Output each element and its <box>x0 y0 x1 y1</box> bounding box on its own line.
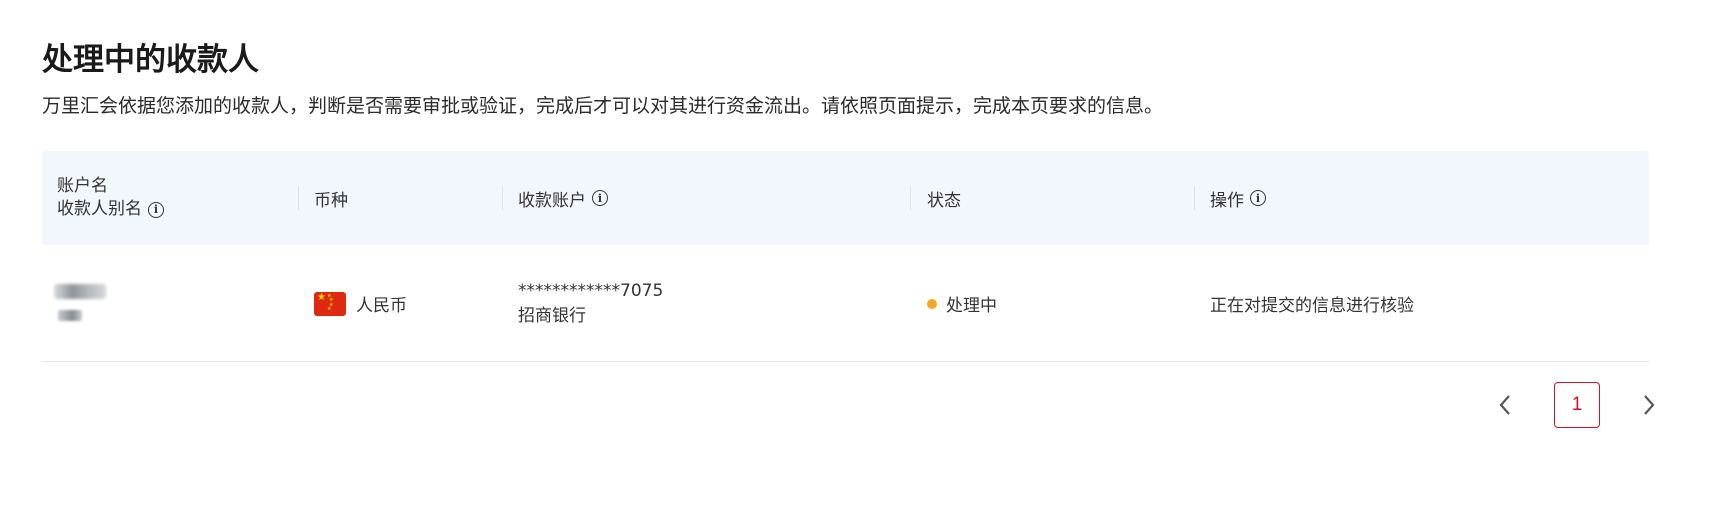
payee-table: 账户名 收款人别名 i 币种 收款账户 i 状态 操作 i ★ ★ ★ ★ ★ … <box>42 151 1649 362</box>
header-account-label: 收款账户 <box>518 190 586 211</box>
page-title: 处理中的收款人 <box>42 42 259 78</box>
pagination: 1 <box>1490 382 1664 428</box>
info-icon[interactable]: i <box>1250 190 1266 206</box>
info-icon[interactable]: i <box>592 190 608 206</box>
page-description: 万里汇会依据您添加的收款人，判断是否需要审批或验证，完成后才可以对其进行资金流出… <box>42 95 1164 117</box>
chevron-right-icon[interactable] <box>1634 383 1664 427</box>
cell-account-name <box>42 245 292 362</box>
table-row: ★ ★ ★ ★ ★ 人民币 ************7075 招商银行 处理中 <box>42 245 1649 362</box>
info-icon[interactable]: i <box>148 201 164 218</box>
cell-action: 正在对提交的信息进行核验 <box>1210 245 1414 362</box>
header-status: 状态 <box>927 151 961 245</box>
status-text: 处理中 <box>946 296 997 316</box>
redacted-account-name <box>52 280 112 330</box>
header-currency-label: 币种 <box>314 190 348 211</box>
column-divider <box>1194 186 1195 210</box>
header-action: 操作 i <box>1210 151 1266 245</box>
table-header: 账户名 收款人别名 i 币种 收款账户 i 状态 操作 i <box>42 151 1649 245</box>
header-status-label: 状态 <box>927 190 961 211</box>
header-account-name: 账户名 收款人别名 i <box>57 151 164 245</box>
chevron-left-icon[interactable] <box>1490 383 1520 427</box>
cell-status: 处理中 <box>927 245 997 362</box>
cn-flag-icon: ★ ★ ★ ★ ★ <box>314 291 346 316</box>
header-payee-alias-label: 收款人别名 <box>57 199 142 219</box>
status-dot <box>927 298 937 309</box>
bank-name: 招商银行 <box>518 305 586 326</box>
currency-name: 人民币 <box>356 296 407 316</box>
page-number-button[interactable]: 1 <box>1554 382 1600 428</box>
column-divider <box>910 186 911 210</box>
payees-processing-page: 处理中的收款人 万里汇会依据您添加的收款人，判断是否需要审批或验证，完成后才可以… <box>0 0 1736 511</box>
account-number: ************7075 <box>518 280 664 301</box>
cell-account: ************7075 招商银行 <box>518 245 663 362</box>
column-divider <box>502 186 503 210</box>
header-currency: 币种 <box>314 151 348 245</box>
column-divider <box>298 186 299 210</box>
cell-currency: ★ ★ ★ ★ ★ 人民币 <box>314 245 407 362</box>
action-text: 正在对提交的信息进行核验 <box>1210 296 1414 316</box>
header-account: 收款账户 i <box>518 151 608 245</box>
header-account-name-label: 账户名 <box>57 176 108 196</box>
header-action-label: 操作 <box>1210 190 1244 211</box>
